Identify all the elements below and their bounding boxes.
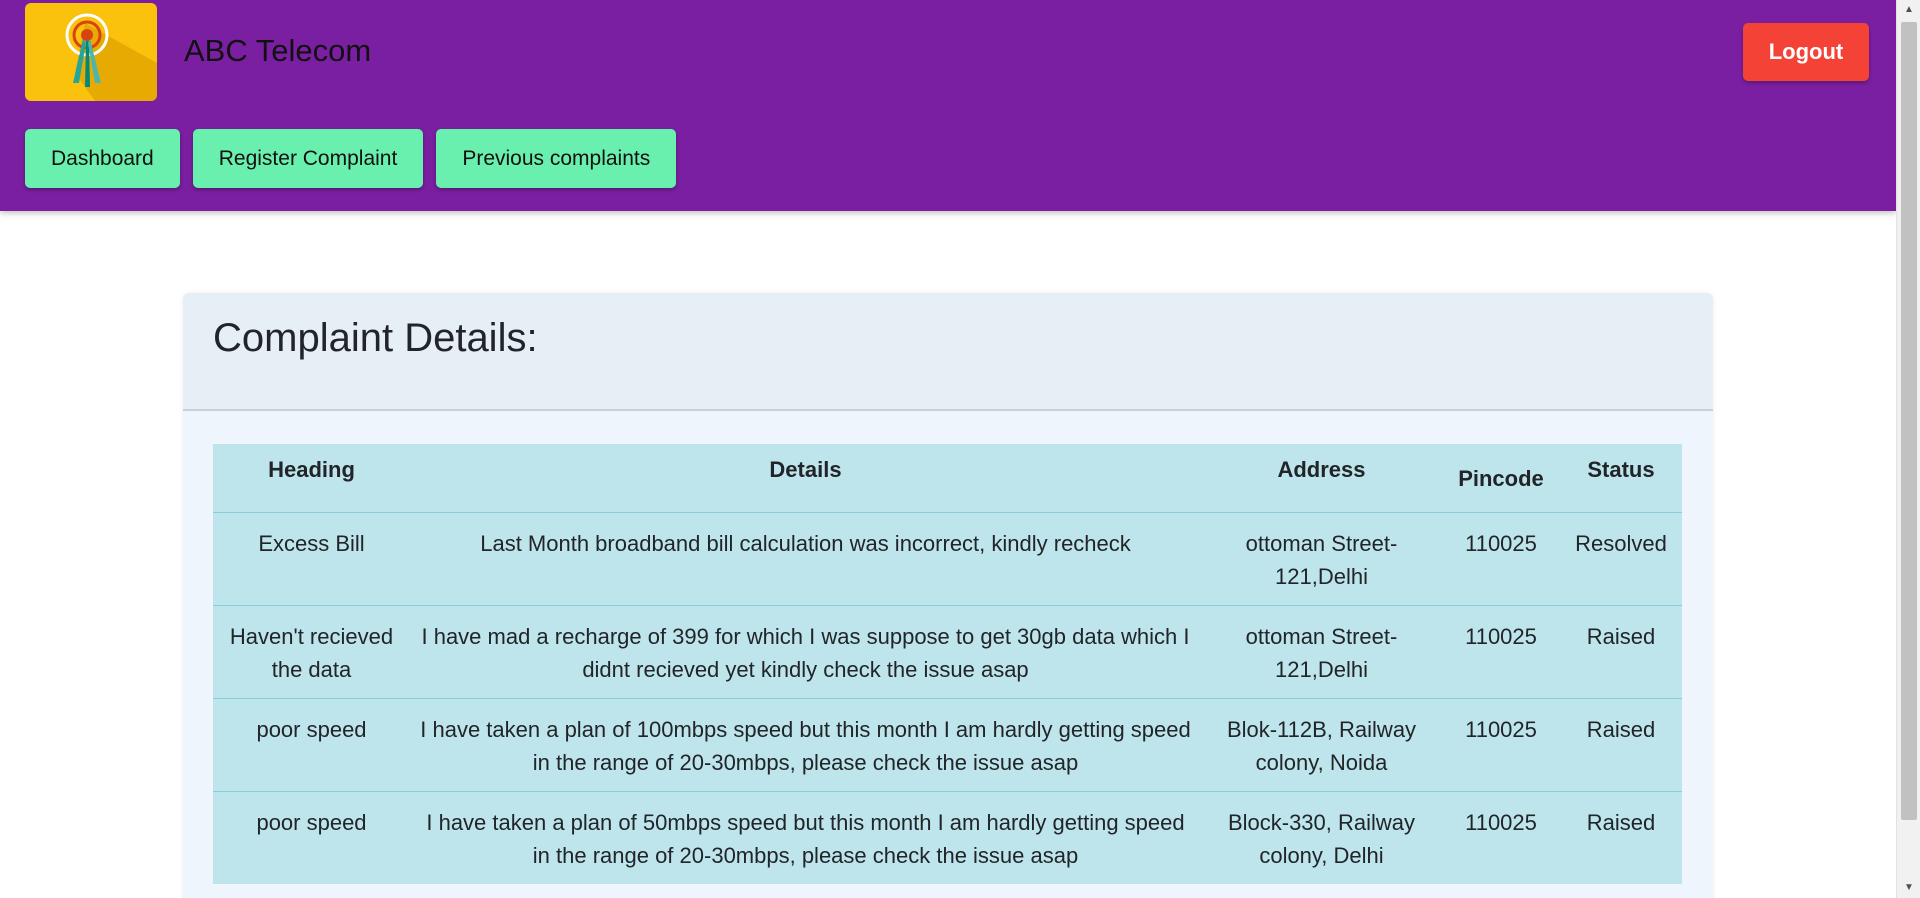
cell-address: ottoman Street-121,Delhi	[1201, 511, 1442, 605]
table-row: poor speed I have taken a plan of 100mbp…	[213, 697, 1682, 791]
column-header-pincode: Pincode	[1442, 444, 1560, 513]
complaint-details-card: Complaint Details: Heading Details Addre…	[183, 293, 1713, 898]
cell-status: Resolved	[1560, 511, 1682, 605]
cell-address: ottoman Street-121,Delhi	[1201, 604, 1442, 698]
table-row: poor speed I have taken a plan of 50mbps…	[213, 790, 1682, 884]
cell-pincode: 110025	[1442, 511, 1560, 605]
card-header: Complaint Details:	[183, 293, 1713, 411]
logout-button[interactable]: Logout	[1743, 23, 1869, 81]
cell-address: Block-330, Railway colony, Delhi	[1201, 790, 1442, 884]
brand-title: ABC Telecom	[184, 33, 372, 68]
top-header: ABC Telecom Logout Dashboard Register Co…	[0, 0, 1896, 211]
column-header-status: Status	[1560, 444, 1682, 513]
nav-previous-complaints-button[interactable]: Previous complaints	[436, 129, 677, 188]
cell-details: I have mad a recharge of 399 for which I…	[410, 604, 1201, 698]
complaints-table: Heading Details Address Pincode Status E…	[213, 444, 1682, 884]
cell-status: Raised	[1560, 790, 1682, 884]
cell-heading: poor speed	[213, 790, 410, 884]
cell-heading: poor speed	[213, 697, 410, 791]
cell-pincode: 110025	[1442, 604, 1560, 698]
table-row: Excess Bill Last Month broadband bill ca…	[213, 511, 1682, 605]
scrollbar-thumb[interactable]	[1901, 22, 1917, 820]
page: ABC Telecom Logout Dashboard Register Co…	[0, 0, 1896, 898]
cell-heading: Haven't recieved the data	[213, 604, 410, 698]
vertical-scrollbar[interactable]: ▲ ▼	[1896, 0, 1920, 898]
cell-details: Last Month broadband bill calculation wa…	[410, 511, 1201, 605]
cell-heading: Excess Bill	[213, 511, 410, 605]
main-nav: Dashboard Register Complaint Previous co…	[25, 129, 677, 188]
cell-details: I have taken a plan of 100mbps speed but…	[410, 697, 1201, 791]
table-header-row: Heading Details Address Pincode Status	[213, 444, 1682, 513]
card-title: Complaint Details:	[213, 316, 538, 360]
cell-address: Blok-112B, Railway colony, Noida	[1201, 697, 1442, 791]
cell-status: Raised	[1560, 697, 1682, 791]
nav-register-complaint-button[interactable]: Register Complaint	[192, 129, 424, 188]
scroll-up-arrow-icon[interactable]: ▲	[1897, 0, 1920, 20]
cell-details: I have taken a plan of 50mbps speed but …	[410, 790, 1201, 884]
scroll-down-arrow-icon[interactable]: ▼	[1897, 878, 1920, 898]
column-header-address: Address	[1201, 444, 1442, 513]
signal-tower-icon[interactable]	[25, 3, 157, 101]
cell-pincode: 110025	[1442, 697, 1560, 791]
cell-status: Raised	[1560, 604, 1682, 698]
table-row: Haven't recieved the data I have mad a r…	[213, 604, 1682, 698]
nav-dashboard-button[interactable]: Dashboard	[25, 129, 180, 188]
column-header-details: Details	[410, 444, 1201, 513]
cell-pincode: 110025	[1442, 790, 1560, 884]
column-header-heading: Heading	[213, 444, 410, 513]
